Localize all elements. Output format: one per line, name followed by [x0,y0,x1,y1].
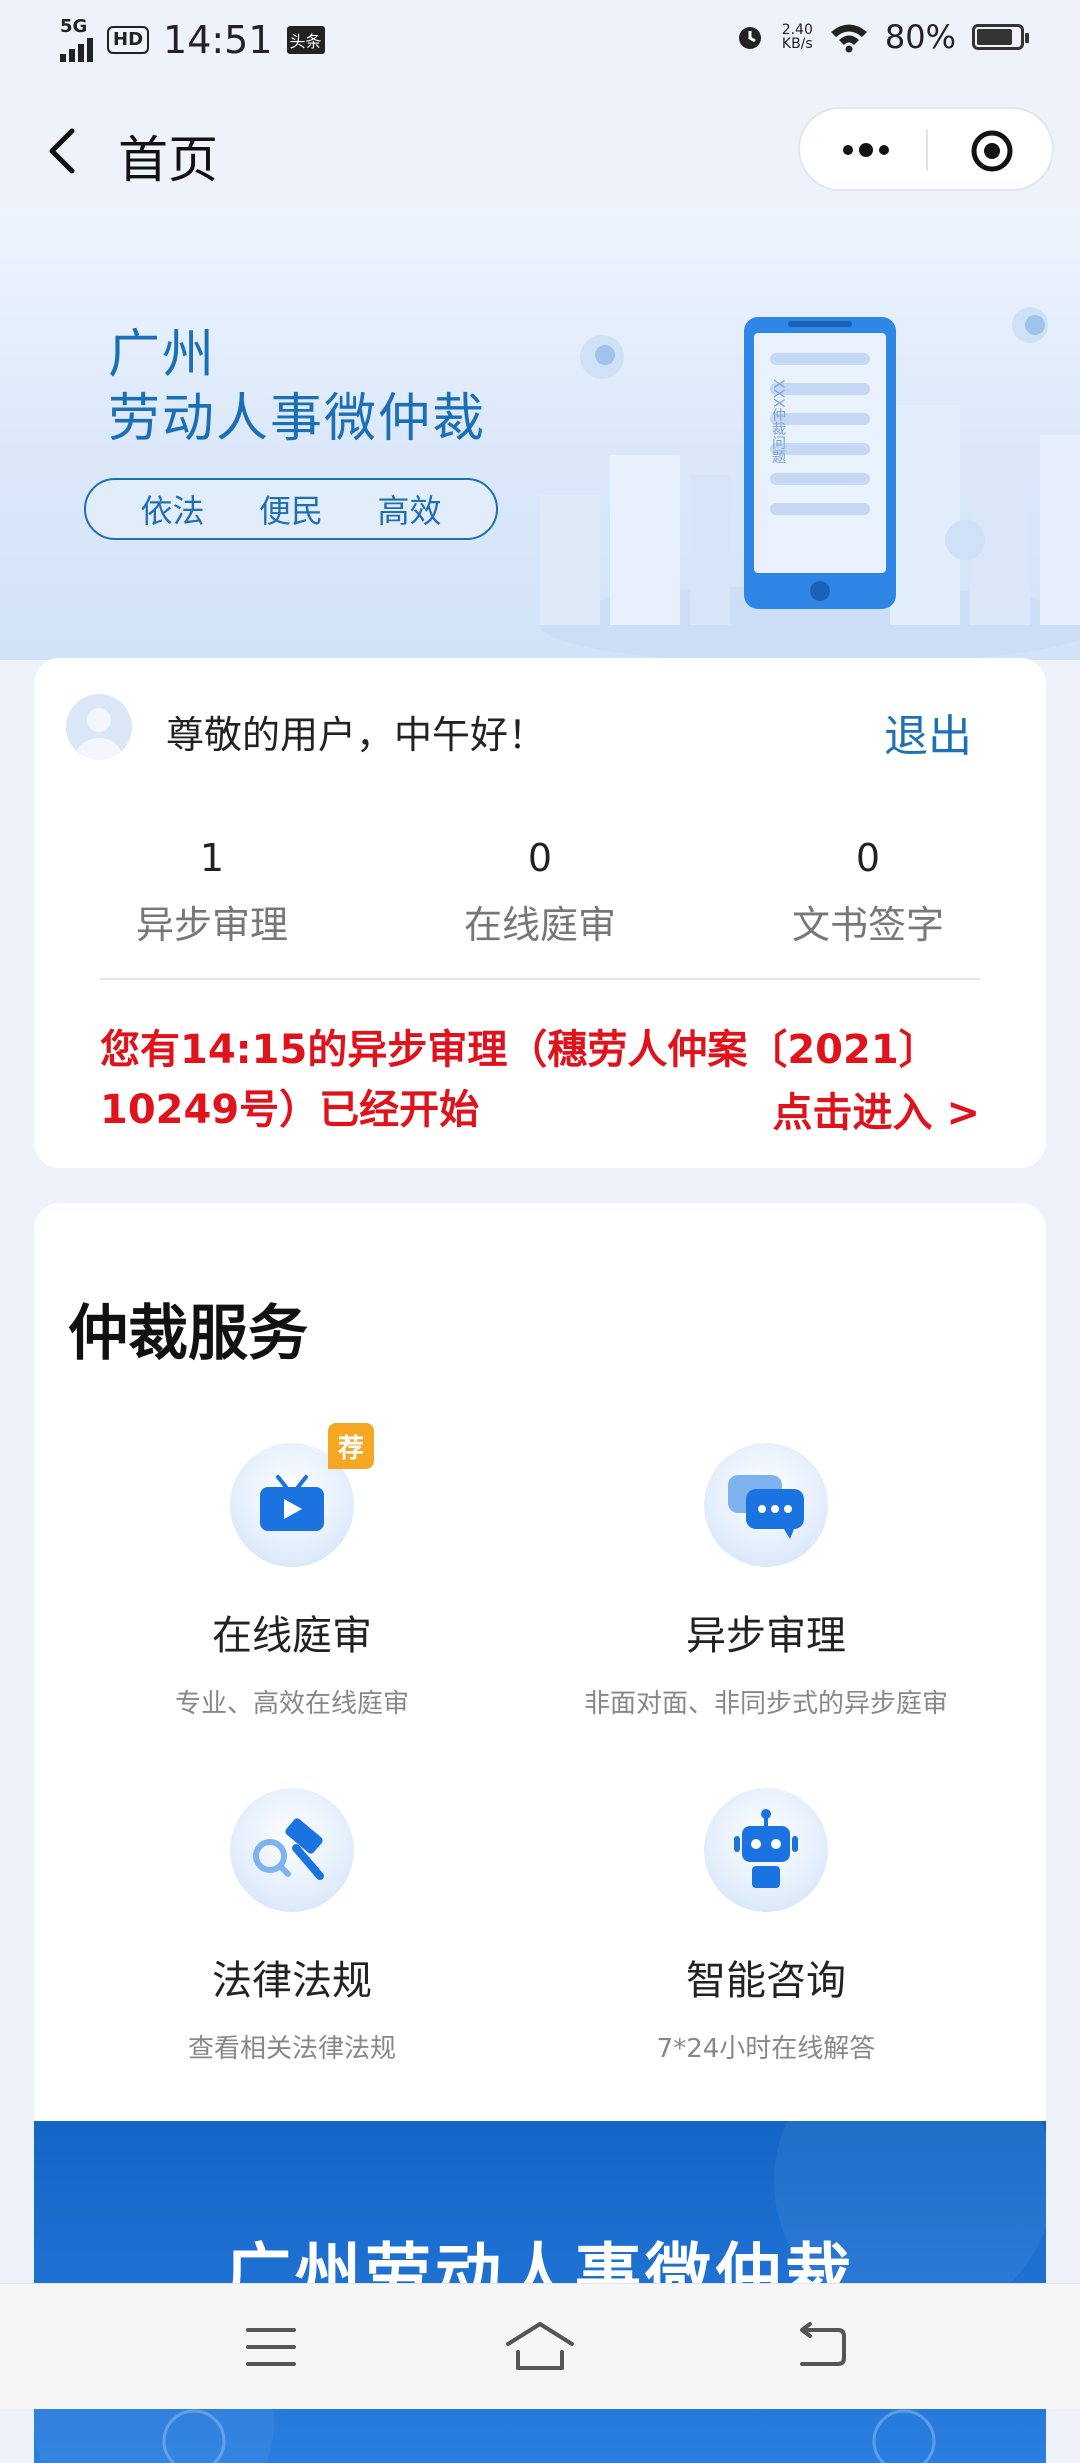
tag-3: 高效 [377,492,442,530]
back-nav-icon[interactable] [792,2322,848,2370]
robot-icon [704,1788,828,1912]
service-online-hearing[interactable]: 荐 在线庭审 专业、高效在线庭审 [52,1423,532,1720]
battery-icon [972,24,1029,50]
system-nav-bar [0,2283,1080,2409]
service-name: 法律法规 [212,1958,372,2004]
service-name: 在线庭审 [212,1613,372,1659]
hd-badge: HD [107,26,150,54]
app-notification-badge: 头条 [286,26,325,54]
stat-async-review[interactable]: 1 异步审理 [62,836,362,949]
service-desc: 7*24小时在线解答 [656,2034,876,2064]
arbitration-services-card: 仲裁服务 荐 在线庭审 专业、高效在线庭审 异步审理 非面对面、非同步式的异步庭… [34,1203,1046,2463]
divider [100,978,980,980]
signal-bars-icon [60,36,93,62]
miniapp-capsule [798,107,1054,191]
banner-title: 广州 劳动人事微仲裁 [108,325,487,449]
home-icon[interactable] [504,2320,576,2372]
service-laws[interactable]: 法律法规 查看相关法律法规 [52,1788,532,2065]
menu-icon[interactable] [244,2324,298,2370]
status-left: 5G HD 14:51 头条 [60,18,325,62]
enter-hearing-link[interactable]: 点击进入 > [773,1080,980,1138]
banner-tagline: 依法 便民 高效 [84,478,498,540]
greeting-text: 尊敬的用户，中午好！ [166,713,547,757]
tag-2: 便民 [258,492,323,530]
chat-bubble-icon [704,1443,828,1567]
tag-1: 依法 [140,492,205,530]
stat-label: 文书签字 [791,903,944,947]
alarm-icon [738,27,761,49]
service-name: 异步审理 [686,1613,846,1659]
clock: 14:51 [163,18,273,62]
hero-banner: XXX仲裁问题 广州 劳动人事微仲裁 依法 便民 高效 [0,205,1080,660]
status-bar: 5G HD 14:51 头条 2.40 KB/s 80% [0,0,1080,90]
more-icon[interactable] [836,135,896,165]
stat-value: 0 [855,836,881,880]
service-desc: 查看相关法律法规 [187,2034,396,2064]
capsule-divider [926,129,928,171]
stat-value: 1 [199,836,225,880]
net-speed: 2.40 KB/s [781,22,813,52]
service-smart-consult[interactable]: 智能咨询 7*24小时在线解答 [526,1788,1006,2065]
gavel-icon [230,1788,354,1912]
battery-percent: 80% [884,18,956,56]
stat-online-hearing[interactable]: 0 在线庭审 [390,836,690,949]
network-type: 5G [60,16,88,37]
close-target-icon[interactable] [970,129,1014,173]
stat-value: 0 [527,836,553,880]
phone-illustration: XXX仲裁问题 [744,317,896,609]
stat-label: 在线庭审 [463,903,616,947]
tv-play-icon: 荐 [230,1423,374,1567]
stat-document-sign[interactable]: 0 文书签字 [718,836,1018,949]
logout-button[interactable]: 退出 [884,700,972,764]
recommend-badge: 荐 [328,1423,374,1469]
stat-label: 异步审理 [135,903,288,947]
signal-indicator: 5G [60,18,93,62]
service-name: 智能咨询 [686,1958,846,2004]
service-async-review[interactable]: 异步审理 非面对面、非同步式的异步庭审 [526,1443,1006,1720]
user-info-card: 尊敬的用户，中午好！ 退出 1 异步审理 0 在线庭审 0 文书签字 您有14:… [34,658,1046,1168]
avatar[interactable] [66,694,132,760]
nav-bar: 首页 [0,95,1080,205]
user-avatar-icon [77,708,121,760]
phone-screen-text: XXX仲裁问题 [770,379,786,465]
page-title: 首页 [118,131,218,189]
back-icon[interactable] [42,125,86,177]
status-right: 2.40 KB/s 80% [734,18,1029,56]
wifi-icon [830,24,867,53]
service-desc: 非面对面、非同步式的异步庭审 [583,1689,948,1719]
service-desc: 专业、高效在线庭审 [174,1689,409,1719]
section-title: 仲裁服务 [68,1299,308,1369]
